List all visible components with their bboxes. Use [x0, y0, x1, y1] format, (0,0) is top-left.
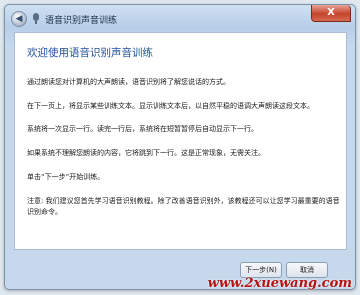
speech-training-window: X ◀ 语音识别声音训练 欢迎使用语音识别声音训练 通过朗读您对计算机的大声朗读…: [4, 4, 356, 290]
line-display-paragraph: 系统将一次显示一行。读完一行后，系统将在短暂暂停后自动显示下一行。: [27, 125, 258, 133]
back-arrow-icon: ◀: [15, 14, 23, 24]
title-bar: ◀ 语音识别声音训练: [11, 11, 305, 27]
skip-line-paragraph: 如果系统不理解您朗读的内容，它将跳到下一行。这是正常现象，无需关注。: [27, 149, 265, 157]
instructions-paragraph: 在下一页上，将显示某些训练文本。显示训练文本后，以自然平稳的语调大声朗读这段文本…: [27, 102, 314, 110]
microphone-icon: [31, 13, 41, 25]
window-title: 语音识别声音训练: [45, 15, 118, 26]
note-paragraph: 注意: 我们建议您首先学习语音识别教程。除了改善语音识别外，该教程还可以让您学习…: [27, 197, 340, 216]
close-icon: X: [327, 7, 335, 18]
wizard-content: 欢迎使用语音识别声音训练 通过朗读您对计算机的大声朗读，语音识别将了解您说话的方…: [14, 32, 347, 250]
back-button[interactable]: ◀: [11, 11, 27, 27]
start-training-paragraph: 单击“下一步”开始训练。: [27, 173, 105, 181]
page-heading: 欢迎使用语音识别声音训练: [27, 47, 153, 59]
intro-paragraph: 通过朗读您对计算机的大声朗读，语音识别将了解您说话的方式。: [27, 78, 230, 86]
site-watermark: www.2xuewang.com: [207, 276, 352, 291]
close-button[interactable]: X: [311, 5, 351, 22]
